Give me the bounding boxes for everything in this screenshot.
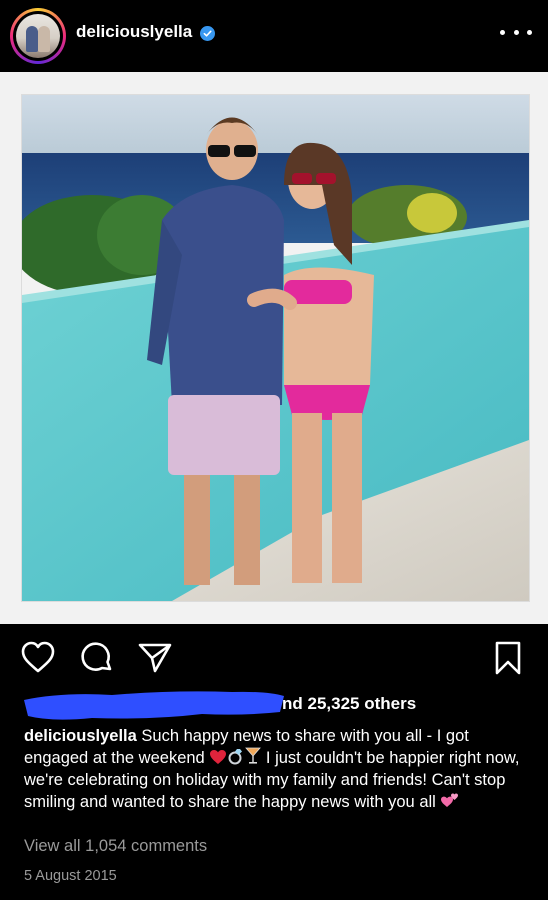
bookmark-icon [495, 641, 521, 675]
username[interactable]: deliciouslyella [76, 22, 192, 42]
more-options-button[interactable] [500, 20, 532, 44]
likes-count[interactable]: nd 25,325 others [282, 694, 416, 714]
avatar[interactable] [10, 8, 66, 64]
like-button[interactable] [20, 640, 56, 676]
post-header: deliciouslyella [0, 0, 548, 72]
ring-emoji-icon [227, 747, 245, 771]
heart-emoji-icon [209, 749, 227, 771]
redaction-mark [22, 686, 284, 724]
more-horizontal-icon [500, 29, 505, 35]
heart-icon [21, 641, 55, 673]
share-button[interactable] [137, 640, 173, 676]
comment-icon [81, 642, 112, 671]
share-icon [138, 643, 172, 673]
action-bar [0, 630, 548, 686]
two-hearts-emoji-icon [440, 791, 460, 815]
view-comments-link[interactable]: View all 1,054 comments [24, 837, 207, 856]
caption-username[interactable]: deliciouslyella [24, 727, 137, 745]
cocktail-emoji-icon [245, 747, 262, 771]
verified-badge-icon [200, 26, 215, 41]
post-photo[interactable] [21, 94, 530, 602]
post-date: 5 August 2015 [24, 868, 117, 884]
post-caption: deliciouslyella Such happy news to share… [24, 726, 529, 814]
save-button[interactable] [490, 640, 526, 676]
post-media [0, 72, 548, 624]
avatar-photo [16, 14, 60, 58]
comment-button[interactable] [79, 640, 115, 676]
